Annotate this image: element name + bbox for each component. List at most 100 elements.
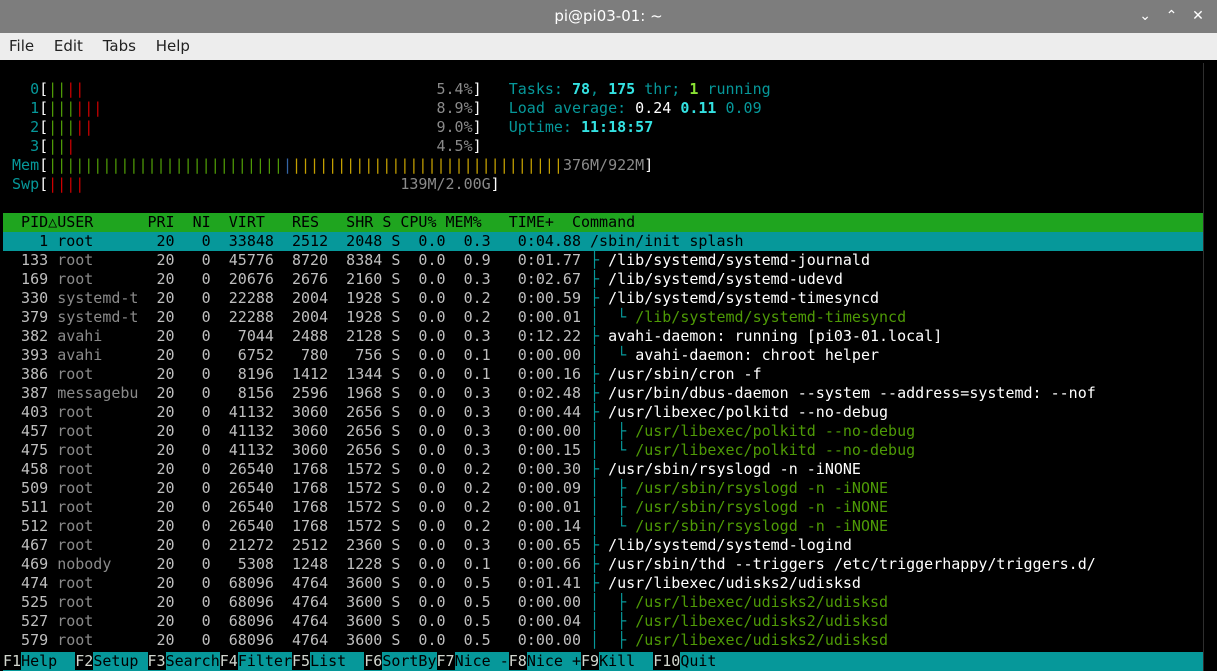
cpu-value: 5.4% <box>436 80 473 98</box>
process-row[interactable]: 1 root 20 0 33848 2512 2048 S 0.0 0.3 0:… <box>3 232 1203 251</box>
cpu-time: 0:00.01 <box>499 498 591 516</box>
process-table-header[interactable]: PID△USER PRI NI VIRT RES SHR S CPU% MEM%… <box>3 213 1203 232</box>
cpu-label: 1 <box>3 99 40 117</box>
cpu-value: 9.0% <box>436 118 473 136</box>
cpu-time: 0:02.48 <box>499 384 591 402</box>
priority: 20 <box>138 460 184 478</box>
command: /usr/sbin/rsyslogd -n -iNONE <box>635 517 889 535</box>
process-row[interactable]: 467 root 20 0 21272 2512 2360 S 0.0 0.3 … <box>3 536 852 555</box>
process-row[interactable]: 387 messagebu 20 0 8156 2596 1968 S 0.0 … <box>3 384 1096 403</box>
fkey-label[interactable]: Help <box>21 652 75 670</box>
pid: 330 <box>3 289 58 307</box>
virt: 68096 <box>219 593 274 611</box>
process-row[interactable]: 527 root 20 0 68096 4764 3600 S 0.0 0.5 … <box>3 612 888 631</box>
process-row[interactable]: 469 nobody 20 0 5308 1248 1228 S 0.0 0.1… <box>3 555 1096 574</box>
pid: 386 <box>3 365 58 383</box>
state: S <box>391 441 410 459</box>
virt: 26540 <box>219 517 274 535</box>
process-row[interactable]: 509 root 20 0 26540 1768 1572 S 0.0 0.2 … <box>3 479 888 498</box>
mem-label: Mem <box>3 156 40 174</box>
cpu-percent: 0.0 <box>409 327 455 345</box>
pid: 393 <box>3 346 58 364</box>
mem-percent: 0.5 <box>454 631 500 649</box>
process-row[interactable]: 525 root 20 0 68096 4764 3600 S 0.0 0.5 … <box>3 593 888 612</box>
pid: 382 <box>3 327 58 345</box>
user: root <box>57 422 139 440</box>
user: systemd-t <box>57 289 139 307</box>
cpu-percent: 0.0 <box>409 403 455 421</box>
process-row[interactable]: 386 root 20 0 8196 1412 1344 S 0.0 0.1 0… <box>3 365 762 384</box>
tree-branch: ├ <box>590 327 609 345</box>
maximize-icon[interactable]: ⌃ <box>1161 0 1183 33</box>
priority: 20 <box>138 574 184 592</box>
cpu-time: 0:00.00 <box>499 422 591 440</box>
close-icon[interactable]: ✕ <box>1187 0 1209 33</box>
minimize-icon[interactable]: ⌄ <box>1134 0 1156 33</box>
memory-meter: Mem[||||||||||||||||||||||||||||||||||||… <box>3 156 654 174</box>
process-row[interactable]: 393 avahi 20 0 6752 780 756 S 0.0 0.1 0:… <box>3 346 879 365</box>
mem-percent: 0.1 <box>454 365 500 383</box>
fkey-label[interactable]: SortBy <box>382 652 436 670</box>
process-row[interactable]: 379 systemd-t 20 0 22288 2004 1928 S 0.0… <box>3 308 906 327</box>
cpu-percent: 0.0 <box>409 441 455 459</box>
process-row[interactable]: 458 root 20 0 26540 1768 1572 S 0.0 0.2 … <box>3 460 861 479</box>
fkey-label[interactable]: Kill <box>599 652 653 670</box>
command: /usr/libexec/udisks2/udisksd <box>635 593 889 611</box>
cpu-bar-kernel: | <box>66 137 76 155</box>
menu-file[interactable]: File <box>3 33 40 60</box>
menu-help[interactable]: Help <box>150 33 196 60</box>
priority: 20 <box>138 612 184 630</box>
shr: 3600 <box>337 593 392 611</box>
shr: 8384 <box>337 251 392 269</box>
process-row[interactable]: 457 root 20 0 41132 3060 2656 S 0.0 0.3 … <box>3 422 915 441</box>
mem-percent: 0.5 <box>454 612 500 630</box>
process-row[interactable]: 133 root 20 0 45776 8720 8384 S 0.0 0.9 … <box>3 251 870 270</box>
cpu-percent: 0.0 <box>409 289 455 307</box>
process-row[interactable]: 330 systemd-t 20 0 22288 2004 1928 S 0.0… <box>3 289 879 308</box>
res: 8720 <box>273 251 338 269</box>
swp-label: Swp <box>3 175 40 193</box>
process-row[interactable]: 169 root 20 0 20676 2676 2160 S 0.0 0.3 … <box>3 270 843 289</box>
terminal-area[interactable]: 0[|||| 5.4%] Tasks: 78, 175 thr; 1 runni… <box>3 63 1203 671</box>
fkey-label[interactable]: Quit <box>680 652 716 670</box>
fkey-label[interactable]: Setup <box>93 652 147 670</box>
res: 1412 <box>273 365 338 383</box>
fkey-label[interactable]: Nice - <box>455 652 509 670</box>
menu-edit[interactable]: Edit <box>48 33 89 60</box>
fkey-label[interactable]: Filter <box>238 652 292 670</box>
tree-branch: ├ <box>590 289 609 307</box>
process-row[interactable]: 382 avahi 20 0 7044 2488 2128 S 0.0 0.3 … <box>3 327 942 346</box>
process-row[interactable]: 511 root 20 0 26540 1768 1572 S 0.0 0.2 … <box>3 498 888 517</box>
fkey-label[interactable]: Nice + <box>527 652 581 670</box>
tree-branch: ├ <box>590 251 609 269</box>
pid: 527 <box>3 612 58 630</box>
process-row[interactable]: 512 root 20 0 26540 1768 1572 S 0.0 0.2 … <box>3 517 888 536</box>
mem-percent: 0.1 <box>454 346 500 364</box>
cpu-bar-kernel: || <box>75 118 94 136</box>
priority: 20 <box>138 631 184 649</box>
user: root <box>57 441 139 459</box>
cpu-time: 0:00.16 <box>499 365 591 383</box>
process-row[interactable]: 403 root 20 0 41132 3060 2656 S 0.0 0.3 … <box>3 403 888 422</box>
user: root <box>57 270 139 288</box>
user: root <box>57 574 139 592</box>
shr: 756 <box>337 346 392 364</box>
process-row[interactable]: 474 root 20 0 68096 4764 3600 S 0.0 0.5 … <box>3 574 861 593</box>
process-row[interactable]: 579 root 20 0 68096 4764 3600 S 0.0 0.5 … <box>3 631 888 650</box>
fkey-f2: F2 <box>75 652 94 670</box>
cpu-percent: 0.0 <box>409 479 455 497</box>
mem-percent: 0.3 <box>454 536 500 554</box>
terminal-scrollbar[interactable] <box>1203 63 1217 671</box>
process-row[interactable]: 475 root 20 0 41132 3060 2656 S 0.0 0.3 … <box>3 441 915 460</box>
fkey-label[interactable]: List <box>310 652 364 670</box>
fkey-f6: F6 <box>364 652 383 670</box>
state: S <box>391 498 410 516</box>
command: avahi-daemon: running [pi03-01.local] <box>608 327 943 345</box>
menu-tabs[interactable]: Tabs <box>97 33 142 60</box>
cpu-bar-kernel: ||| <box>75 99 103 117</box>
pid: 579 <box>3 631 58 649</box>
nice: 0 <box>183 251 220 269</box>
res: 1768 <box>273 460 338 478</box>
tree-branch: │ ├ <box>590 422 636 440</box>
fkey-label[interactable]: Search <box>166 652 220 670</box>
